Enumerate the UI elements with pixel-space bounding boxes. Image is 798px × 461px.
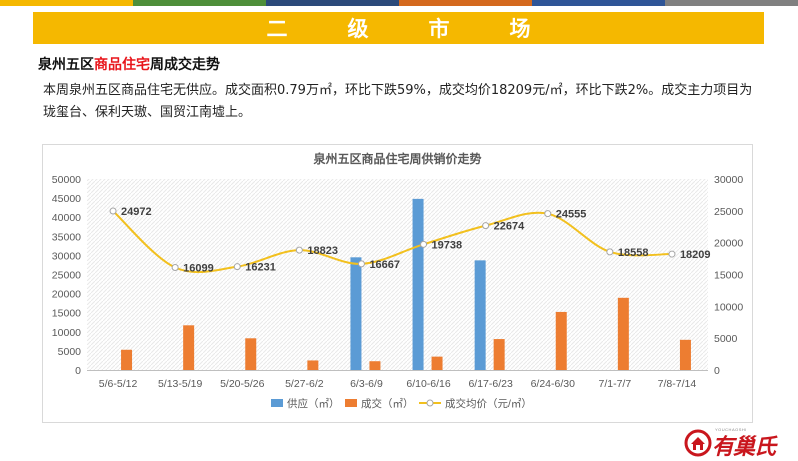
top-color-stripes (0, 0, 798, 6)
deal-bar (679, 339, 691, 370)
x-tick-label: 5/6-5/12 (99, 378, 138, 390)
y-right-tick-label: 15000 (714, 270, 743, 282)
legend-price-label: 成交均价（元/㎡） (445, 397, 532, 410)
title-prefix: 泉州五区 (38, 57, 94, 73)
stripe (0, 0, 133, 6)
deal-bar (369, 361, 381, 370)
stripe (665, 0, 798, 6)
deal-bar (307, 360, 319, 370)
banner-title: 二级市场 (266, 17, 591, 41)
y-right-tick-label: 10000 (714, 301, 743, 313)
price-point (171, 264, 179, 272)
y-left-tick-label: 5000 (58, 346, 82, 358)
deal-bar (493, 339, 505, 370)
combo-chart: 泉州五区商品住宅周供销价走势 0 5000 10000 15000 20000 25000 3… (52, 151, 744, 410)
stripe (399, 0, 532, 6)
title-suffix: 周成交走势 (150, 57, 220, 73)
price-data-label: 19738 (432, 239, 463, 251)
price-point (482, 222, 490, 230)
title-highlight: 商品住宅 (94, 57, 150, 73)
brand-logo: YOUCHAOSHI 有巢氏 (683, 427, 793, 460)
stripe (133, 0, 266, 6)
y-left-tick-label: 50000 (52, 174, 81, 186)
y-left-tick-label: 25000 (52, 270, 81, 282)
stripe (532, 0, 665, 6)
deal-bar (555, 311, 567, 370)
price-point (295, 246, 303, 254)
price-data-label: 18823 (307, 245, 338, 257)
price-data-label: 16231 (245, 262, 276, 274)
x-tick-label: 6/17-6/23 (468, 378, 513, 390)
chart-container: 泉州五区商品住宅周供销价走势 0 5000 10000 15000 20000 25000 3… (42, 144, 753, 423)
legend-supply-swatch (271, 399, 283, 407)
deal-bar (183, 325, 195, 370)
deal-bar (431, 356, 443, 370)
supply-bar (474, 260, 486, 370)
y-left-tick-label: 45000 (52, 193, 81, 205)
x-tick-label: 7/1-7/7 (598, 378, 631, 390)
legend-supply-label: 供应（㎡） (287, 397, 340, 410)
deal-bar (121, 349, 133, 370)
y-left-tick-label: 15000 (52, 308, 81, 320)
price-point (668, 250, 676, 258)
x-tick-label: 7/8-7/14 (658, 378, 697, 390)
deal-bar (245, 338, 257, 370)
supply-bar (412, 198, 424, 370)
x-tick-label: 6/3-6/9 (350, 378, 383, 390)
y-right-tick-label: 5000 (714, 333, 738, 345)
stripe (266, 0, 399, 6)
y-left-tick-label: 30000 (52, 250, 81, 262)
price-data-label: 22674 (494, 221, 525, 233)
price-data-label: 24972 (121, 206, 152, 218)
price-data-label: 16099 (183, 263, 214, 275)
x-tick-label: 5/27-6/2 (285, 378, 324, 390)
price-data-label: 16667 (369, 259, 400, 271)
x-tick-label: 6/24-6/30 (531, 378, 576, 390)
price-data-label: 18209 (680, 249, 711, 261)
y-left-tick-label: 0 (75, 365, 81, 377)
section-banner: 二级市场 (33, 12, 764, 44)
house-logo-icon (684, 429, 712, 457)
price-point (233, 263, 241, 271)
price-point (109, 207, 117, 215)
y-left-tick-label: 20000 (52, 289, 81, 301)
section-title: 泉州五区商品住宅周成交走势 (38, 54, 220, 74)
y-left-tick-label: 40000 (52, 212, 81, 224)
y-left-tick-label: 35000 (52, 231, 81, 243)
y-right-tick-label: 30000 (714, 174, 743, 186)
price-data-label: 18558 (618, 247, 649, 259)
y-right-tick-label: 0 (714, 365, 720, 377)
price-point (420, 240, 428, 248)
summary-paragraph: 本周泉州五区商品住宅无供应。成交面积0.79万㎡，环比下跌59%，成交均价182… (43, 83, 753, 120)
legend-price-marker (426, 399, 434, 407)
supply-bar (350, 257, 362, 370)
logo-text: 有巢氏 (712, 435, 776, 460)
price-data-label: 24555 (556, 209, 587, 221)
chart-title: 泉州五区商品住宅周供销价走势 (313, 151, 481, 166)
plot-background (87, 179, 708, 370)
y-right-tick-label: 20000 (714, 238, 743, 250)
x-tick-label: 5/13-5/19 (158, 378, 203, 390)
price-point (544, 210, 552, 218)
legend-deal-label: 成交（㎡） (361, 397, 414, 410)
x-tick-label: 5/20-5/26 (220, 378, 265, 390)
y-right-tick-label: 25000 (714, 206, 743, 218)
x-tick-label: 6/10-6/16 (406, 378, 451, 390)
price-point (606, 248, 614, 256)
price-point (357, 260, 365, 268)
legend-deal-swatch (345, 399, 357, 407)
deal-bar (617, 297, 629, 370)
y-left-tick-label: 10000 (52, 327, 81, 339)
